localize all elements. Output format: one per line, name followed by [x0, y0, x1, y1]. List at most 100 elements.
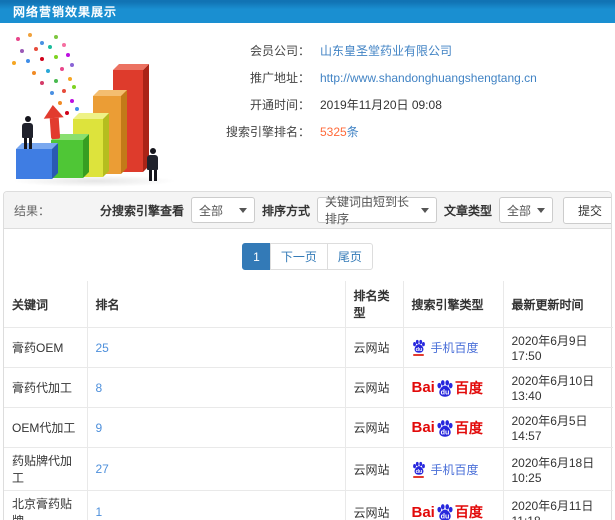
- results-label: 结果：: [14, 203, 51, 218]
- ranking-count-number: 5325: [320, 125, 347, 139]
- baidu-paw-icon: du: [412, 461, 425, 475]
- chevron-down-icon: [536, 207, 545, 213]
- keyword-cell: OEM代加工: [4, 407, 88, 448]
- engine-cell: du 手机百度: [402, 327, 504, 368]
- info-section: 会员公司： 山东皇圣堂药业有限公司 推广地址： http://www.shand…: [0, 23, 615, 191]
- info-row-url: 推广地址： http://www.shandonghuangshengtang.…: [194, 64, 537, 91]
- updated-cell: 2020年6月10日 13:40: [502, 367, 613, 408]
- rank-type-cell: 云网站: [344, 447, 404, 491]
- engine-select-value: 全部: [198, 203, 223, 218]
- rank-cell[interactable]: 1: [86, 490, 346, 520]
- rank-type-cell: 云网站: [344, 327, 404, 368]
- engine-type-column-header: 搜索引擎类型: [402, 281, 504, 328]
- results-table: 关键词 排名 排名类型 搜索引擎类型 最新更新时间 膏药OEM 25 云网站 d…: [4, 281, 613, 520]
- businessman-figure-left: [22, 116, 33, 149]
- baidu-logo: Bai du 百度: [412, 502, 483, 520]
- baidu-logo: Bai du 百度: [412, 378, 483, 398]
- baidu-logo-cn-text: 百度: [454, 504, 483, 520]
- rank-cell[interactable]: 9: [86, 407, 346, 448]
- open-time-value: 2019年11月20日 09:08: [320, 98, 442, 112]
- ranking-count-label: 搜索引擎排名：: [225, 125, 310, 139]
- submit-button[interactable]: 提交: [562, 196, 611, 224]
- rank-type-cell: 云网站: [344, 407, 404, 448]
- keyword-column-header: 关键词: [4, 281, 88, 328]
- results-table-body: 膏药OEM 25 云网站 du 手机百度 2020年6月9日 17:50 膏药代…: [4, 327, 613, 520]
- engine-cell: Bai du 百度: [402, 490, 504, 520]
- table-row: OEM代加工 9 云网站 Bai du 百度 2020年6月5日 14:57: [4, 407, 613, 448]
- baidu-paw-icon: du: [412, 339, 425, 353]
- table-row: 膏药OEM 25 云网站 du 手机百度 2020年6月9日 17:50: [4, 327, 613, 368]
- member-info-list: 会员公司： 山东皇圣堂药业有限公司 推广地址： http://www.shand…: [194, 31, 537, 191]
- results-body: 1 下一页 尾页 关键词 排名 排名类型 搜索引擎类型 最新更新时间 膏药OEM…: [4, 229, 613, 520]
- sort-select-value: 关键词由短到长排序: [324, 195, 409, 226]
- sort-filter-label: 排序方式: [261, 203, 310, 218]
- filter-bar: 结果： 分搜索引擎查看 全部 排序方式 关键词由短到长排序 文章类型 全部 提交: [4, 192, 611, 229]
- rank-cell[interactable]: 25: [86, 327, 346, 368]
- rank-column-header: 排名: [86, 281, 346, 328]
- info-row-open-time: 开通时间： 2019年11月20日 09:08: [194, 91, 537, 118]
- svg-text:du: du: [440, 512, 449, 520]
- keyword-cell: 膏药OEM: [4, 327, 88, 368]
- svg-text:du: du: [415, 469, 422, 475]
- rank-type-column-header: 排名类型: [344, 281, 404, 328]
- updated-cell: 2020年6月11日 11:18: [502, 490, 613, 520]
- table-row: 北京膏药贴牌 1 云网站 Bai du 百度 2020年6月11日 11:18: [4, 490, 613, 520]
- mobile-baidu-logo: du 手机百度: [412, 461, 479, 478]
- article-type-select[interactable]: 全部: [498, 197, 553, 223]
- svg-text:du: du: [440, 427, 449, 436]
- baidu-paw-icon: du: [437, 379, 453, 397]
- baidu-logo-bai-text: Bai: [411, 379, 435, 396]
- svg-text:du: du: [440, 387, 449, 396]
- engine-cell: du 手机百度: [402, 447, 504, 491]
- page-header: 网络营销效果展示: [0, 0, 615, 23]
- results-panel: 结果： 分搜索引擎查看 全部 排序方式 关键词由短到长排序 文章类型 全部 提交…: [3, 191, 613, 520]
- bar-chart-illustration: [6, 31, 194, 187]
- info-row-company: 会员公司： 山东皇圣堂药业有限公司: [194, 37, 537, 64]
- table-row: 膏药代加工 8 云网站 Bai du 百度 2020年6月10日 13:40: [4, 367, 613, 408]
- chevron-down-icon: [420, 207, 429, 213]
- keyword-cell: 膏药代加工: [4, 367, 88, 408]
- updated-column-header: 最新更新时间: [502, 281, 613, 328]
- bar-chart-bar-blue: [16, 143, 58, 179]
- svg-text:du: du: [415, 347, 422, 353]
- updated-cell: 2020年6月9日 17:50: [502, 327, 613, 368]
- page-button-current[interactable]: 1: [242, 243, 271, 270]
- baidu-paw-icon: du: [436, 503, 454, 520]
- updated-cell: 2020年6月18日 10:25: [502, 447, 613, 491]
- baidu-paw-icon: du: [437, 419, 453, 437]
- confetti-decoration: [10, 33, 14, 37]
- promo-url-link[interactable]: http://www.shandonghuangshengtang.cn: [320, 71, 537, 85]
- engine-select[interactable]: 全部: [190, 197, 255, 223]
- ranking-count-unit: 条: [346, 125, 359, 139]
- rank-cell[interactable]: 8: [86, 367, 346, 408]
- page-title: 网络营销效果展示: [13, 5, 118, 19]
- engine-cell: Bai du 百度: [402, 407, 504, 448]
- baidu-paw-icon: du: [436, 379, 454, 397]
- rank-cell[interactable]: 27: [86, 447, 346, 491]
- table-row: 药贴牌代加工 27 云网站 du 手机百度 2020年6月18日 10:25: [4, 447, 613, 491]
- rank-type-cell: 云网站: [344, 367, 404, 408]
- next-page-button[interactable]: 下一页: [269, 243, 328, 270]
- company-link[interactable]: 山东皇圣堂药业有限公司: [320, 42, 452, 59]
- businessman-figure-right: [147, 148, 158, 181]
- last-page-button[interactable]: 尾页: [326, 243, 373, 270]
- baidu-logo: Bai du 百度: [412, 418, 483, 438]
- promo-url-label: 推广地址：: [249, 71, 310, 85]
- keyword-cell: 药贴牌代加工: [4, 447, 88, 491]
- article-type-select-value: 全部: [506, 203, 531, 218]
- sort-select[interactable]: 关键词由短到长排序: [316, 195, 437, 226]
- ranking-count-value: 5325条: [320, 123, 359, 140]
- growth-arrow-icon: [42, 104, 65, 140]
- baidu-paw-icon: du: [437, 504, 453, 520]
- baidu-logo-bai-text: Bai: [411, 503, 435, 520]
- engine-filter-label: 分搜索引擎查看: [99, 203, 184, 218]
- chevron-down-icon: [238, 207, 247, 213]
- mobile-baidu-icon: du: [412, 339, 426, 356]
- filter-controls: 分搜索引擎查看 全部 排序方式 关键词由短到长排序 文章类型 全部 提交: [93, 195, 611, 226]
- pagination: 1 下一页 尾页: [4, 243, 611, 270]
- mobile-baidu-icon: du: [412, 461, 426, 478]
- updated-cell: 2020年6月5日 14:57: [502, 407, 613, 448]
- mobile-baidu-label: 手机百度: [430, 341, 479, 355]
- baidu-logo-bai-text: Bai: [411, 419, 435, 436]
- baidu-logo-cn-text: 百度: [454, 419, 483, 436]
